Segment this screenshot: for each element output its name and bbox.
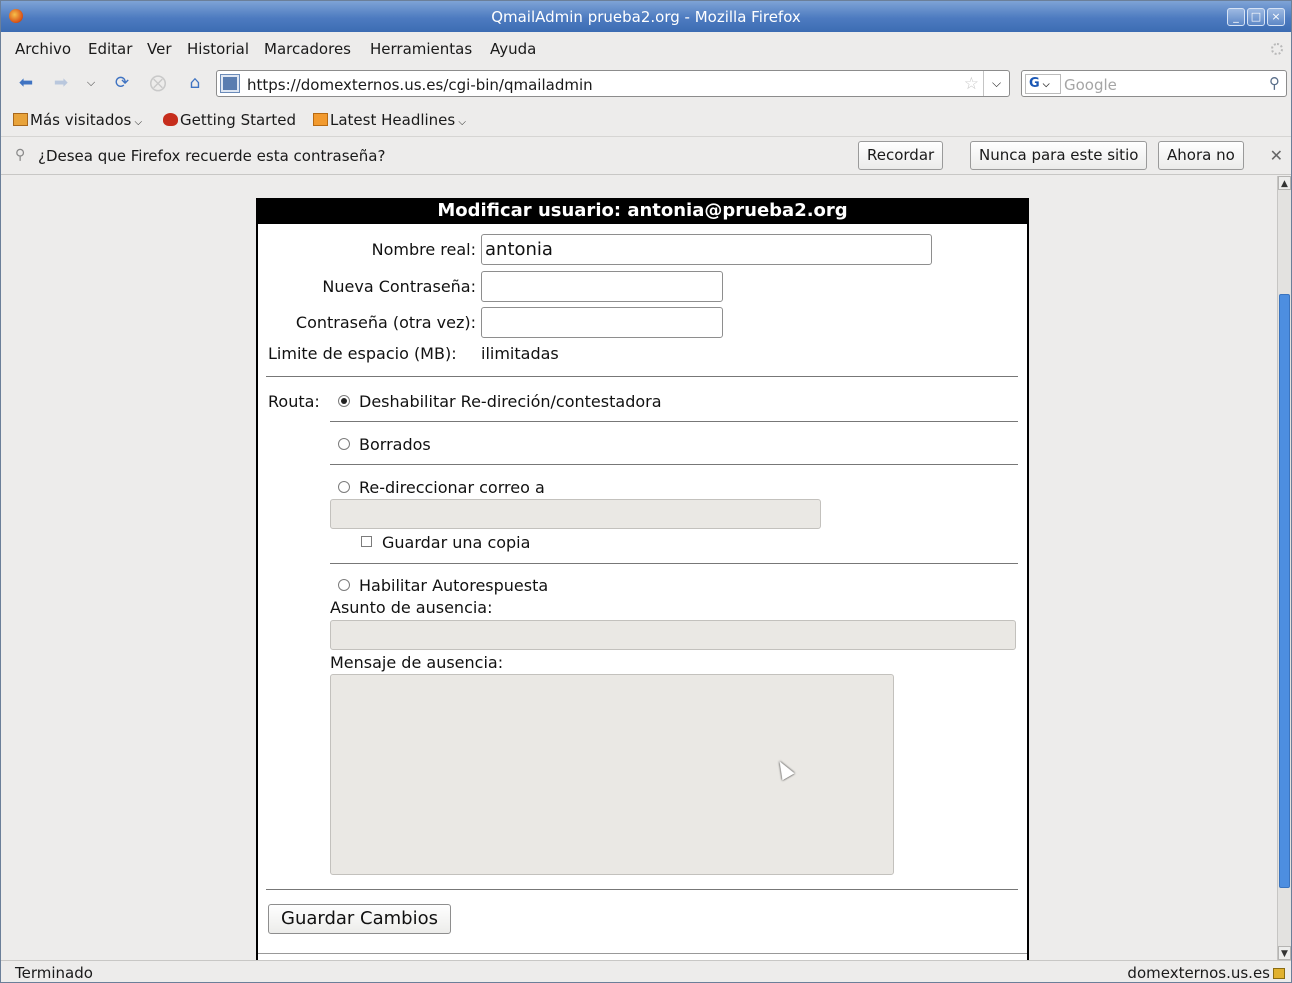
search-engine-letter: G bbox=[1029, 76, 1040, 91]
maximize-button[interactable]: □ bbox=[1247, 8, 1265, 26]
status-domain: domexternos.us.es bbox=[1127, 964, 1285, 982]
bookmark-label: Latest Headlines bbox=[330, 111, 456, 129]
status-text: Terminado bbox=[15, 964, 93, 982]
scroll-up-arrow-icon[interactable]: ▲ bbox=[1278, 176, 1291, 190]
bookmark-label: Getting Started bbox=[180, 111, 296, 129]
home-icon[interactable]: ⌂ bbox=[184, 72, 206, 94]
search-icon[interactable]: ⚲ bbox=[1269, 74, 1280, 92]
padlock-icon[interactable] bbox=[1273, 968, 1285, 979]
vacation-subject-label: Asunto de ausencia: bbox=[330, 598, 493, 617]
forward-address-input[interactable] bbox=[330, 499, 821, 529]
window-title: QmailAdmin prueba2.org - Mozilla Firefox bbox=[491, 8, 801, 26]
stop-icon[interactable]: ⨂ bbox=[147, 72, 169, 94]
bookmark-getting-started[interactable]: Getting Started bbox=[163, 111, 296, 129]
new-password-label: Nueva Contraseña: bbox=[322, 277, 476, 296]
menu-herramientas[interactable]: Herramientas bbox=[370, 40, 472, 58]
vacation-message-textarea[interactable] bbox=[330, 674, 894, 875]
password-notification-bar: ⚲ ¿Desea que Firefox recuerde esta contr… bbox=[1, 138, 1291, 175]
divider bbox=[330, 563, 1018, 564]
menu-ayuda[interactable]: Ayuda bbox=[490, 40, 536, 58]
autoreply-label: Habilitar Autorespuesta bbox=[359, 576, 549, 595]
vacation-message-label: Mensaje de ausencia: bbox=[330, 653, 504, 672]
bookmark-latest-headlines[interactable]: Latest Headlines ⌵ bbox=[313, 111, 466, 129]
keep-copy-checkbox[interactable] bbox=[361, 536, 372, 547]
repeat-password-input[interactable] bbox=[481, 307, 723, 338]
divider bbox=[330, 421, 1018, 422]
keep-copy-label: Guardar una copia bbox=[382, 533, 531, 552]
page-title: Modificar usuario: antonia@prueba2.org bbox=[258, 198, 1027, 224]
menu-ver[interactable]: Ver bbox=[147, 40, 172, 58]
bookmark-star-icon[interactable]: ☆ bbox=[964, 74, 979, 94]
quota-value: ilimitadas bbox=[481, 344, 559, 363]
activity-throbber-icon bbox=[1271, 43, 1283, 55]
folder-icon bbox=[13, 113, 28, 126]
real-name-input[interactable] bbox=[481, 234, 932, 265]
search-input[interactable]: Google bbox=[1064, 76, 1117, 94]
menu-archivo[interactable]: Archivo bbox=[15, 40, 71, 58]
autoreply-radio[interactable] bbox=[338, 579, 350, 591]
divider bbox=[258, 953, 1027, 954]
title-bar: QmailAdmin prueba2.org - Mozilla Firefox… bbox=[1, 1, 1291, 32]
deleted-label: Borrados bbox=[359, 435, 431, 454]
chevron-down-icon: ⌵ bbox=[455, 117, 466, 128]
vacation-subject-input[interactable] bbox=[330, 620, 1016, 650]
page-viewport: Modificar usuario: antonia@prueba2.org N… bbox=[1, 176, 1276, 960]
bookmark-mas-visitados[interactable]: Más visitados ⌵ bbox=[13, 111, 142, 129]
menu-marcadores[interactable]: Marcadores bbox=[264, 40, 351, 58]
divider bbox=[266, 376, 1018, 377]
scrollbar-thumb[interactable] bbox=[1279, 294, 1290, 888]
back-arrow-icon[interactable]: ⬅ bbox=[15, 72, 37, 94]
disable-forwarding-label: Deshabilitar Re-direción/contestadora bbox=[359, 392, 662, 411]
key-icon: ⚲ bbox=[15, 147, 26, 163]
url-history-dropdown-icon[interactable]: ⌵ bbox=[983, 71, 1009, 96]
search-engine-google-icon[interactable]: G ⌵ bbox=[1025, 74, 1061, 94]
disable-forwarding-radio[interactable] bbox=[338, 395, 350, 407]
never-for-this-site-button[interactable]: Nunca para este sitio bbox=[970, 141, 1148, 170]
window-controls: _ □ × bbox=[1227, 8, 1285, 26]
chevron-down-icon: ⌵ bbox=[131, 117, 143, 128]
menu-historial[interactable]: Historial bbox=[187, 40, 249, 58]
menu-bar: Archivo Editar Ver Historial Marcadores … bbox=[1, 32, 1291, 66]
repeat-password-label: Contraseña (otra vez): bbox=[295, 313, 476, 332]
divider bbox=[266, 889, 1018, 890]
close-notification-icon[interactable]: ✕ bbox=[1270, 146, 1283, 165]
divider bbox=[330, 464, 1018, 465]
routing-label: Routa: bbox=[268, 392, 320, 411]
vertical-scrollbar[interactable]: ▲ ▼ bbox=[1277, 176, 1291, 960]
real-name-label: Nombre real: bbox=[371, 240, 476, 259]
bookmarks-toolbar: Más visitados ⌵ Getting Started Latest H… bbox=[1, 102, 1291, 137]
firefox-window: QmailAdmin prueba2.org - Mozilla Firefox… bbox=[0, 0, 1292, 983]
history-chevron-down-icon[interactable]: ⌵ bbox=[84, 72, 98, 94]
forward-arrow-icon[interactable]: ➡ bbox=[50, 72, 72, 94]
deleted-radio[interactable] bbox=[338, 438, 350, 450]
new-password-input[interactable] bbox=[481, 271, 723, 302]
forward-mail-radio[interactable] bbox=[338, 481, 350, 493]
notification-message: ¿Desea que Firefox recuerde esta contras… bbox=[38, 147, 386, 165]
modify-user-panel: Modificar usuario: antonia@prueba2.org N… bbox=[256, 198, 1029, 960]
url-text[interactable]: https://domexternos.us.es/cgi-bin/qmaila… bbox=[247, 76, 593, 94]
bookmark-label: Más visitados bbox=[30, 111, 132, 129]
status-bar: Terminado domexternos.us.es bbox=[1, 960, 1291, 982]
search-bar[interactable]: G ⌵ Google ⚲ bbox=[1021, 70, 1287, 97]
navigation-toolbar: ⬅ ➡ ⌵ ⟳ ⨂ ⌂ https://domexternos.us.es/cg… bbox=[1, 66, 1291, 102]
quota-label: Limite de espacio (MB): bbox=[268, 344, 457, 363]
scroll-down-arrow-icon[interactable]: ▼ bbox=[1278, 946, 1291, 960]
rss-feed-icon bbox=[313, 113, 328, 126]
forward-mail-label: Re-direccionar correo a bbox=[359, 478, 545, 497]
search-engine-chevron-icon: ⌵ bbox=[1039, 80, 1050, 90]
url-bar[interactable]: https://domexternos.us.es/cgi-bin/qmaila… bbox=[216, 70, 1010, 97]
firefox-bookmark-icon bbox=[163, 113, 178, 126]
menu-editar[interactable]: Editar bbox=[88, 40, 132, 58]
status-domain-text: domexternos.us.es bbox=[1127, 964, 1270, 982]
not-now-button[interactable]: Ahora no bbox=[1158, 141, 1244, 170]
minimize-button[interactable]: _ bbox=[1227, 8, 1245, 26]
reload-icon[interactable]: ⟳ bbox=[111, 72, 133, 94]
save-changes-button[interactable]: Guardar Cambios bbox=[268, 904, 451, 934]
close-window-button[interactable]: × bbox=[1267, 8, 1285, 26]
remember-password-button[interactable]: Recordar bbox=[858, 141, 944, 170]
site-identity-icon[interactable] bbox=[220, 74, 240, 93]
